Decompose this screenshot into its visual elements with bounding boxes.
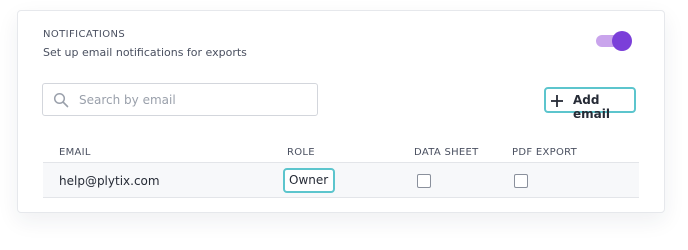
role-label: Owner bbox=[289, 173, 329, 187]
role-dropdown[interactable]: Owner bbox=[283, 168, 335, 193]
section-title: NOTIFICATIONS bbox=[43, 29, 126, 40]
header-role: ROLE bbox=[287, 147, 315, 158]
search-placeholder: Search by email bbox=[79, 93, 176, 107]
add-email-label: Add email bbox=[573, 93, 610, 121]
header-data-sheet: DATA SHEET bbox=[414, 147, 479, 158]
pdf-export-checkbox[interactable] bbox=[514, 174, 528, 188]
toggle-knob bbox=[612, 31, 632, 51]
notifications-card: NOTIFICATIONS Set up email notifications… bbox=[17, 10, 665, 213]
plus-icon bbox=[550, 93, 564, 107]
section-subtitle: Set up email notifications for exports bbox=[43, 46, 247, 59]
add-email-button[interactable]: Add email bbox=[544, 87, 636, 121]
header-email: EMAIL bbox=[59, 147, 91, 158]
search-icon bbox=[53, 92, 69, 108]
table-header: EMAIL ROLE DATA SHEET PDF EXPORT bbox=[43, 147, 639, 161]
data-sheet-checkbox[interactable] bbox=[417, 174, 431, 188]
row-email: help@plytix.com bbox=[59, 174, 160, 188]
search-input[interactable]: Search by email bbox=[42, 83, 318, 116]
notifications-toggle[interactable] bbox=[596, 31, 632, 51]
header-pdf-export: PDF EXPORT bbox=[512, 147, 578, 158]
table-row: help@plytix.com Owner bbox=[43, 163, 639, 198]
